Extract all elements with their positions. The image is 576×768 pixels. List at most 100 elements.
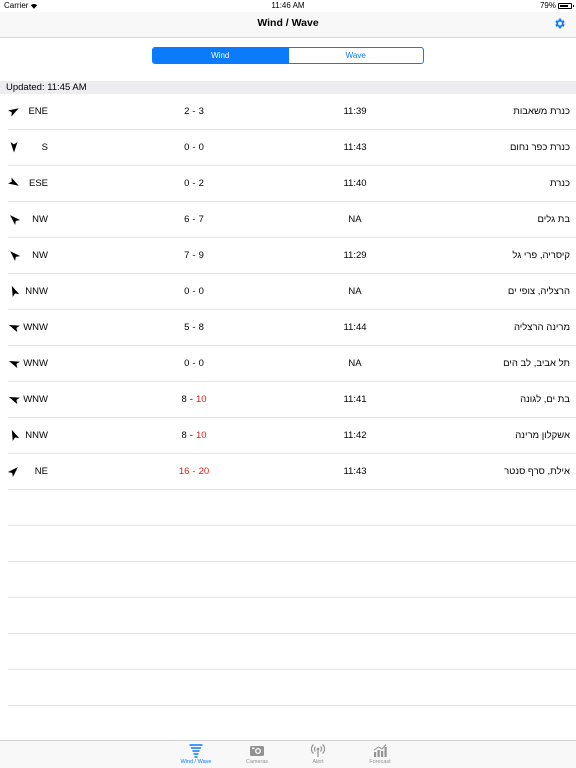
table-row[interactable]: NNW 8-10 11:42 אשקלון מרינה — [0, 418, 576, 454]
table-row[interactable]: NW 7-9 11:29 קיסריה, פרי גל — [0, 238, 576, 274]
range-separator: - — [189, 430, 193, 441]
wind-speed-max: 10 — [195, 430, 207, 441]
wind-speed-range: 6-7 — [150, 214, 238, 225]
tab-label: Alert — [312, 759, 324, 765]
updated-header: Updated: 11:45 AM — [0, 81, 576, 94]
segment-wind[interactable]: Wind — [153, 48, 288, 63]
wind-speed-min: 8 — [181, 394, 187, 405]
wind-speed-range: 0-0 — [150, 286, 238, 297]
wind-speed-range: 2-3 — [150, 106, 238, 117]
wind-speed-range: 0-2 — [150, 178, 238, 189]
table-row[interactable]: NE 16-20 11:43 אילת, סרף סנטר — [0, 454, 576, 490]
range-separator: - — [192, 250, 196, 261]
empty-list-row — [0, 706, 576, 742]
empty-list-row — [0, 562, 576, 598]
range-separator: - — [192, 106, 196, 117]
wind-speed-range: 0-0 — [150, 358, 238, 369]
battery-percent: 79% — [539, 1, 556, 10]
table-row[interactable]: WNW 0-0 NA תל אביב, לב הים — [0, 346, 576, 382]
tab-wind-wave[interactable]: Wind / Wave — [171, 743, 221, 765]
antenna-icon — [310, 744, 326, 757]
wind-speed-max: 20 — [198, 466, 210, 477]
station-name: הרצליה, צופי ים — [507, 286, 570, 297]
wind-speed-range: 16-20 — [150, 466, 238, 477]
wind-speed-range: 5-8 — [150, 322, 238, 333]
table-row[interactable]: WNW 8-10 11:41 בת ים, לגונה — [0, 382, 576, 418]
wind-speed-max: 0 — [198, 358, 204, 369]
wind-wave-segmented-control: Wind Wave — [152, 47, 424, 64]
table-row[interactable]: WNW 5-8 11:44 מרינה הרצליה — [0, 310, 576, 346]
tab-alert[interactable]: Alert — [293, 743, 343, 765]
wind-speed-range: 7-9 — [150, 250, 238, 261]
wind-direction: NE — [34, 466, 48, 477]
wind-speed-range: 8-10 — [150, 430, 238, 441]
station-name: כנרת כפר נחום — [509, 142, 570, 153]
wind-speed-max: 0 — [198, 286, 204, 297]
page-title: Wind / Wave — [257, 17, 319, 29]
range-separator: - — [192, 466, 196, 477]
station-name: בת ים, לגונה — [520, 394, 570, 405]
tornado-icon — [189, 744, 203, 758]
wind-direction: WNW — [23, 322, 48, 333]
range-separator: - — [192, 214, 196, 225]
camera-icon — [250, 746, 264, 756]
wind-speed-max: 10 — [195, 394, 207, 405]
tab-label: Wind / Wave — [180, 759, 212, 765]
range-separator: - — [192, 358, 196, 369]
wind-direction: WNW — [23, 394, 48, 405]
segment-wave[interactable]: Wave — [287, 48, 424, 63]
wind-direction: NNW — [25, 286, 48, 297]
station-name: בת גלים — [537, 214, 570, 225]
wind-speed-min: 16 — [178, 466, 190, 477]
range-separator: - — [192, 142, 196, 153]
wind-speed-range: 0-0 — [150, 142, 238, 153]
wind-speed-max: 3 — [198, 106, 204, 117]
wind-table: ENE 2-3 11:39 כנרת משאבות S 0-0 11:43 כנרת כפר … — [0, 94, 576, 742]
station-name: כנרת משאבות — [513, 106, 570, 117]
status-time: 11:46 AM — [271, 1, 305, 10]
wind-direction: NW — [32, 250, 48, 261]
status-bar: Carrier 11:46 AM 79% — [0, 0, 576, 12]
chart-icon — [373, 744, 387, 757]
empty-list-row — [0, 598, 576, 634]
station-name: אשקלון מרינה — [515, 430, 570, 441]
range-separator: - — [192, 286, 196, 297]
station-name: תל אביב, לב הים — [503, 358, 570, 369]
empty-list-row — [0, 526, 576, 562]
nav-bar: Wind / Wave — [0, 12, 576, 38]
station-name: כנרת — [549, 178, 570, 189]
table-row[interactable]: NNW 0-0 NA הרצליה, צופי ים — [0, 274, 576, 310]
station-name: אילת, סרף סנטר — [504, 466, 570, 477]
tab-label: Cameras — [245, 759, 269, 765]
station-name: קיסריה, פרי גל — [512, 250, 570, 261]
wind-speed-max: 8 — [198, 322, 204, 333]
range-separator: - — [192, 178, 196, 189]
wind-direction: WNW — [23, 358, 48, 369]
table-row[interactable]: ENE 2-3 11:39 כנרת משאבות — [0, 94, 576, 130]
battery-icon — [558, 3, 574, 9]
wind-direction: NW — [32, 214, 48, 225]
wind-speed-range: 8-10 — [150, 394, 238, 405]
wind-speed-max: 2 — [198, 178, 204, 189]
tab-bar: Wind / Wave Cameras Alert Forecast — [0, 740, 576, 768]
gear-icon[interactable] — [553, 17, 566, 30]
tab-cameras[interactable]: Cameras — [232, 743, 282, 765]
table-row[interactable]: NW 6-7 NA בת גלים — [0, 202, 576, 238]
table-row[interactable]: S 0-0 11:43 כנרת כפר נחום — [0, 130, 576, 166]
empty-list-row — [0, 670, 576, 706]
empty-list-row — [0, 634, 576, 670]
tab-forecast[interactable]: Forecast — [355, 743, 405, 765]
station-name: מרינה הרצליה — [513, 322, 570, 333]
wind-speed-max: 7 — [198, 214, 204, 225]
wind-direction: S — [41, 142, 48, 153]
table-row[interactable]: ESE 0-2 11:40 כנרת — [0, 166, 576, 202]
range-separator: - — [192, 322, 196, 333]
wind-speed-max: 9 — [198, 250, 204, 261]
empty-list-row — [0, 490, 576, 526]
range-separator: - — [189, 394, 193, 405]
tab-label: Forecast — [369, 759, 391, 765]
wind-speed-max: 0 — [198, 142, 204, 153]
wind-direction: ENE — [28, 106, 48, 117]
wind-speed-min: 8 — [181, 430, 187, 441]
wind-direction: NNW — [25, 430, 48, 441]
